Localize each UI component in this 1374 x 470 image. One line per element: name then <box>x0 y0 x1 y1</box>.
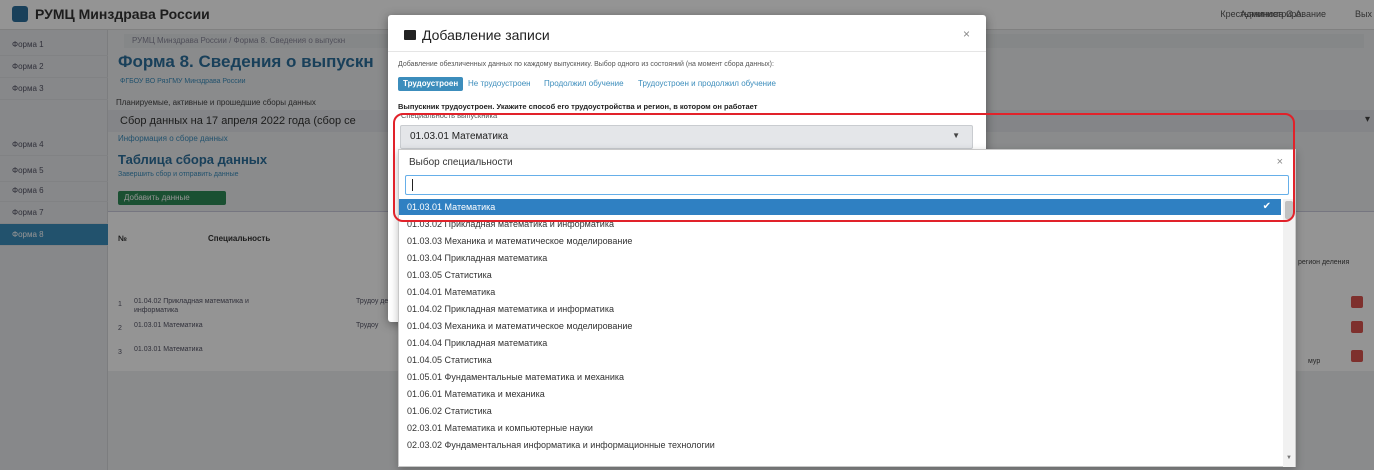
list-item[interactable]: 02.03.01 Математика и компьютерные науки <box>399 420 1281 436</box>
modal-close-icon[interactable]: × <box>963 27 970 41</box>
option-label: 01.03.04 Прикладная математика <box>407 253 548 263</box>
specialty-options-list: 01.03.01 Математика ✔ 01.03.02 Прикладна… <box>399 199 1281 467</box>
option-label: 02.03.02 Фундаментальная информатика и и… <box>407 440 715 450</box>
folder-plus-icon <box>404 30 416 40</box>
list-item[interactable]: 01.03.05 Статистика <box>399 267 1281 283</box>
modal-description: Добавление обезличенных данных по каждом… <box>398 61 774 68</box>
list-item[interactable]: 02.03.02 Фундаментальная информатика и и… <box>399 437 1281 453</box>
employed-hint: Выпускник трудоустроен. Укажите способ е… <box>398 102 758 111</box>
option-label: 01.03.05 Статистика <box>407 270 492 280</box>
list-item[interactable]: 01.04.05 Статистика <box>399 352 1281 368</box>
option-label: 02.03.01 Математика и компьютерные науки <box>407 423 593 433</box>
list-item[interactable]: 01.05.01 Фундаментальные математика и ме… <box>399 369 1281 385</box>
tab-not-employed[interactable]: Не трудоустроен <box>468 77 531 91</box>
option-label: 01.06.02 Статистика <box>407 406 492 416</box>
modal-header-divider <box>388 51 986 52</box>
option-label: 01.03.03 Механика и математическое модел… <box>407 236 633 246</box>
list-item[interactable]: 01.04.01 Математика <box>399 284 1281 300</box>
list-item[interactable]: 01.04.02 Прикладная математика и информа… <box>399 301 1281 317</box>
list-item[interactable]: 01.03.03 Механика и математическое модел… <box>399 233 1281 249</box>
option-label: 01.04.01 Математика <box>407 287 496 297</box>
option-label: 01.04.02 Прикладная математика и информа… <box>407 304 614 314</box>
list-item[interactable]: 01.06.01 Математика и механика <box>399 386 1281 402</box>
scroll-down-icon[interactable]: ▼ <box>1286 455 1292 461</box>
highlight-annotation <box>393 113 1295 222</box>
list-item[interactable]: 01.06.02 Статистика <box>399 403 1281 419</box>
option-label: 01.04.04 Прикладная математика <box>407 338 548 348</box>
dropdown-scrollbar[interactable]: ▼ <box>1283 199 1295 467</box>
option-label: 01.05.01 Фундаментальные математика и ме… <box>407 372 625 382</box>
list-item[interactable]: 01.04.03 Механика и математическое модел… <box>399 318 1281 334</box>
list-item[interactable]: 01.03.04 Прикладная математика <box>399 250 1281 266</box>
option-label: 01.04.05 Статистика <box>407 355 492 365</box>
tab-employed[interactable]: Трудоустроен <box>398 77 464 91</box>
tab-employed-and-education[interactable]: Трудоустроен и продолжил обучение <box>638 77 776 91</box>
list-item[interactable]: 01.04.04 Прикладная математика <box>399 335 1281 351</box>
option-label: 01.04.03 Механика и математическое модел… <box>407 321 633 331</box>
tab-continued-education[interactable]: Продолжил обучение <box>544 77 624 91</box>
option-label: 01.06.01 Математика и механика <box>407 389 545 399</box>
modal-title: Добавление записи <box>422 27 550 43</box>
